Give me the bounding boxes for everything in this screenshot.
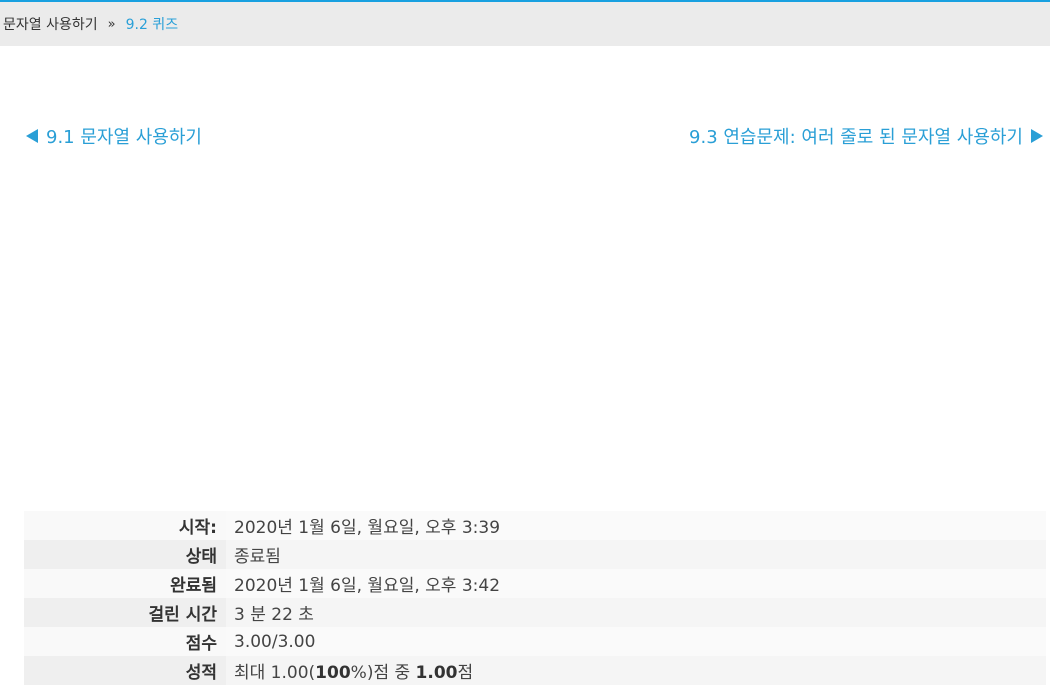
next-page-label: 9.3 연습문제: 여러 줄로 된 문자열 사용하기 [689, 127, 1023, 148]
summary-row-marks: 점수 3.00/3.00 [24, 627, 1046, 656]
grade-prefix: 최대 1.00( [234, 663, 316, 683]
summary-label: 완료됨 [170, 576, 217, 596]
grade-score: 1.00 [415, 663, 458, 683]
summary-label: 걸린 시간 [148, 605, 217, 625]
breadcrumb-item-parent[interactable]: 문자열 사용하기 [0, 14, 98, 34]
summary-value: 2020년 1월 6일, 월요일, 오후 3:42 [226, 569, 1046, 598]
grade-percent: 100 [315, 663, 351, 683]
summary-row-started: 시작: 2020년 1월 6일, 월요일, 오후 3:39 [24, 511, 1046, 540]
breadcrumb-separator: » [107, 16, 116, 32]
summary-label: 점수 [185, 634, 217, 654]
prev-page-label: 9.1 문자열 사용하기 [46, 127, 202, 148]
quiz-attempt-summary: 시작: 2020년 1월 6일, 월요일, 오후 3:39 상태 종료됨 완료됨… [24, 511, 1046, 685]
summary-value: 3.00/3.00 [226, 627, 1046, 656]
summary-value: 2020년 1월 6일, 월요일, 오후 3:39 [226, 511, 1046, 540]
triangle-right-icon [1031, 129, 1043, 143]
grade-suffix: 점 [457, 663, 474, 683]
summary-label: 상태 [185, 547, 217, 567]
summary-label: 시작: [178, 518, 217, 538]
summary-value: 종료됨 [226, 540, 1046, 569]
breadcrumb-item-current[interactable]: 9.2 퀴즈 [126, 14, 178, 34]
summary-row-time-taken: 걸린 시간 3 분 22 초 [24, 598, 1046, 627]
summary-label: 성적 [185, 663, 217, 683]
summary-row-state: 상태 종료됨 [24, 540, 1046, 569]
grade-percent-suffix: %)점 중 [350, 663, 416, 683]
triangle-left-icon [26, 129, 38, 143]
summary-row-grade: 성적 최대 1.00(100%)점 중 1.00점 [24, 656, 1046, 685]
prev-page-link[interactable]: 9.1 문자열 사용하기 [26, 123, 202, 149]
grade-value: 최대 1.00(100%)점 중 1.00점 [226, 656, 1046, 685]
summary-row-completed: 완료됨 2020년 1월 6일, 월요일, 오후 3:42 [24, 569, 1046, 598]
summary-value: 3 분 22 초 [226, 598, 1046, 627]
next-page-link[interactable]: 9.3 연습문제: 여러 줄로 된 문자열 사용하기 [689, 123, 1043, 149]
breadcrumb: 문자열 사용하기 » 9.2 퀴즈 [0, 2, 1050, 46]
